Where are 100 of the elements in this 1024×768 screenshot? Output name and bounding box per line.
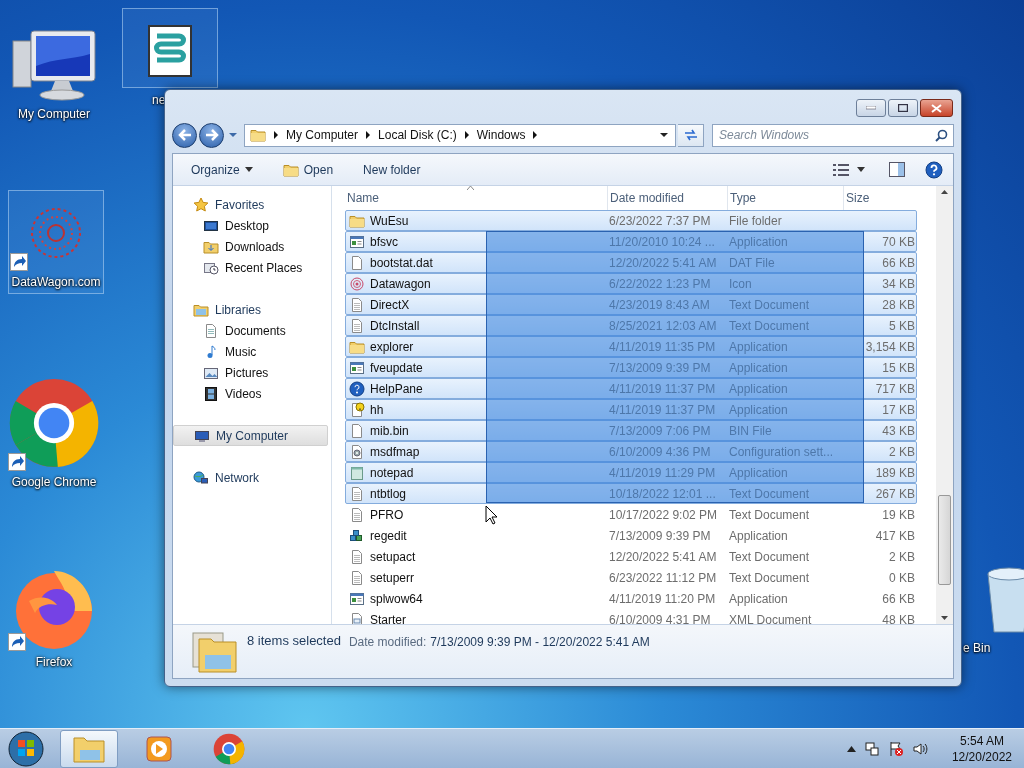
selected-file-row[interactable]: DirectX 4/23/2019 8:43 AM Text Document 28 KB: [345, 294, 917, 315]
file-row[interactable]: splwow64 4/11/2019 11:20 PM Application 66 KB: [345, 588, 917, 609]
speaker-icon[interactable]: [911, 740, 928, 757]
nav-item[interactable]: Recent Places: [173, 257, 328, 278]
selected-file-row[interactable]: msdfmap 6/10/2009 4:36 PM Configuration sett... 2 KB: [345, 441, 917, 462]
caret-icon[interactable]: [857, 167, 865, 172]
toolbar-button[interactable]: New folder: [353, 158, 431, 181]
column-header[interactable]: Name: [345, 186, 608, 210]
clock[interactable]: 5:54 AM 12/20/2022: [947, 732, 1016, 765]
selected-file-row[interactable]: Datawagon 6/22/2022 1:23 PM Icon 34 KB: [345, 273, 917, 294]
breadcrumb-arrow-icon[interactable]: [365, 131, 372, 139]
column-header[interactable]: Type: [728, 186, 844, 210]
mandala-icon: [349, 275, 365, 292]
right-arrow-icon: [203, 128, 220, 142]
recent-pages-caret-icon[interactable]: [228, 132, 238, 138]
type-cell-text: Text Document: [729, 297, 811, 312]
close-button[interactable]: [920, 99, 953, 117]
scroll-down-arrow-icon[interactable]: [941, 616, 948, 620]
selected-file-row[interactable]: HelpPane 4/11/2019 11:37 PM Application 717 KB: [345, 378, 917, 399]
film-icon: [203, 385, 219, 402]
breadcrumb-arrow-icon[interactable]: [463, 131, 470, 139]
forward-button[interactable]: [199, 122, 224, 148]
scroll-up-arrow-icon[interactable]: [941, 190, 948, 194]
column-header[interactable]: Size: [844, 186, 914, 210]
clock-date: 12/20/2022: [951, 748, 1012, 765]
address-bar[interactable]: My Computer Local Disk (C:) Windows: [244, 123, 676, 147]
active-taskbar-button[interactable]: [60, 729, 118, 768]
desktop-icon-label: Firefox: [35, 655, 73, 669]
breadcrumb-arrow-icon[interactable]: [273, 131, 279, 139]
scrollbar-thumb[interactable]: [938, 495, 951, 585]
toolbar-button[interactable]: Open: [272, 157, 344, 182]
flag-icon[interactable]: [887, 740, 904, 757]
nav-item[interactable]: Network: [173, 467, 328, 488]
search-icon: [935, 128, 948, 142]
selected-file-row[interactable]: notepad 4/11/2019 11:29 PM Application 189 KB: [345, 462, 917, 483]
nav-item[interactable]: Pictures: [173, 362, 328, 383]
nav-item[interactable]: Documents: [173, 320, 328, 341]
show-hidden-icons-button[interactable]: [846, 745, 856, 752]
desktop-icon-label: Google Chrome: [11, 475, 97, 489]
back-button[interactable]: [172, 122, 197, 148]
type-cell-text: Text Document: [729, 549, 811, 564]
start-button[interactable]: [6, 728, 46, 768]
breadcrumb-item[interactable]: Windows: [476, 128, 526, 142]
size-cell-text: 5 KB: [888, 318, 915, 333]
selected-file-row[interactable]: mib.bin 7/13/2009 7:06 PM BIN File 43 KB: [345, 420, 917, 441]
selected-file-row[interactable]: bfsvc 11/20/2010 10:24 ... Application 70 KB: [345, 231, 917, 252]
type-cell-text: Application: [729, 402, 789, 417]
vertical-scrollbar[interactable]: [936, 186, 953, 624]
minimize-button[interactable]: [856, 99, 886, 117]
nav-item[interactable]: Libraries: [173, 299, 328, 320]
preview-pane-icon[interactable]: [889, 162, 905, 177]
dropdown-caret-icon[interactable]: [659, 132, 669, 138]
network-icon[interactable]: [863, 740, 880, 757]
refresh-arrows-icon: [682, 128, 699, 142]
size-cell-text: 189 KB: [874, 465, 915, 480]
computer-icon[interactable]: [9, 27, 99, 103]
file-name: DtcInstall: [370, 318, 420, 333]
nav-item[interactable]: Videos: [173, 383, 328, 404]
selected-file-row[interactable]: DtcInstall 8/25/2021 12:03 AM Text Document 5 KB: [345, 315, 917, 336]
maximize-icon: [898, 104, 908, 112]
nav-item[interactable]: Desktop: [173, 215, 328, 236]
maximize-button[interactable]: [888, 99, 918, 117]
date-cell-text: 6/23/2022 11:12 PM: [609, 570, 718, 585]
script-file-icon[interactable]: [145, 24, 195, 78]
nav-item[interactable]: Downloads: [173, 236, 328, 257]
nav-item[interactable]: Favorites: [173, 194, 328, 215]
recycle-bin-icon[interactable]: [986, 564, 1024, 634]
search-field[interactable]: Search Windows: [712, 123, 954, 147]
nav-item[interactable]: Music: [173, 341, 328, 362]
type-cell-text: Application: [729, 234, 789, 249]
selected-file-row[interactable]: explorer 4/11/2019 11:35 PM Application 3,154 KB: [345, 336, 917, 357]
selected-nav-item[interactable]: My Computer: [173, 425, 328, 446]
column-header[interactable]: Date modified: [608, 186, 728, 210]
selected-desktop-icon[interactable]: DataWagon.com: [8, 190, 104, 294]
type-cell-text: Application: [729, 360, 789, 375]
file-name: Starter: [370, 612, 406, 624]
breadcrumb-item[interactable]: My Computer: [286, 128, 359, 142]
refresh-button[interactable]: [678, 123, 704, 147]
file-row[interactable]: setupact 12/20/2022 5:41 AM Text Document 2 KB: [345, 546, 917, 567]
file-name: DirectX: [370, 297, 410, 312]
file-name: HelpPane: [370, 381, 423, 396]
type-cell-text: Text Document: [729, 507, 811, 522]
toolbar-button[interactable]: Organize: [181, 158, 263, 181]
file-row[interactable]: PFRO 10/17/2022 9:02 PM Text Document 19 KB: [345, 504, 917, 525]
breadcrumb-item[interactable]: Local Disk (C:): [378, 128, 457, 142]
selected-file-row[interactable]: ntbtlog 10/18/2022 12:01 ... Text Document 267 KB: [345, 483, 917, 504]
selected-file-row[interactable]: fveupdate 7/13/2009 9:39 PM Application 15 KB: [345, 357, 917, 378]
selected-file-row[interactable]: hh 4/11/2019 11:37 PM Application 17 KB: [345, 399, 917, 420]
breadcrumb-arrow-icon[interactable]: [532, 131, 539, 139]
file-row[interactable]: setuperr 6/23/2022 11:12 PM Text Document 0 KB: [345, 567, 917, 588]
file-name: notepad: [370, 465, 414, 480]
text-page-icon: [349, 506, 365, 523]
selected-file-row[interactable]: bootstat.dat 12/20/2022 5:41 AM DAT File 66 KB: [345, 252, 917, 273]
view-list-icon[interactable]: [833, 163, 849, 176]
size-cell-text: 3,154 KB: [864, 339, 915, 354]
help-icon[interactable]: [925, 160, 943, 179]
selected-file-row[interactable]: WuEsu 6/23/2022 7:37 PM File folder: [345, 210, 917, 231]
file-name: fveupdate: [370, 360, 423, 375]
file-row[interactable]: regedit 7/13/2009 9:39 PM Application 417 KB: [345, 525, 917, 546]
type-cell-text: Text Document: [729, 570, 811, 585]
